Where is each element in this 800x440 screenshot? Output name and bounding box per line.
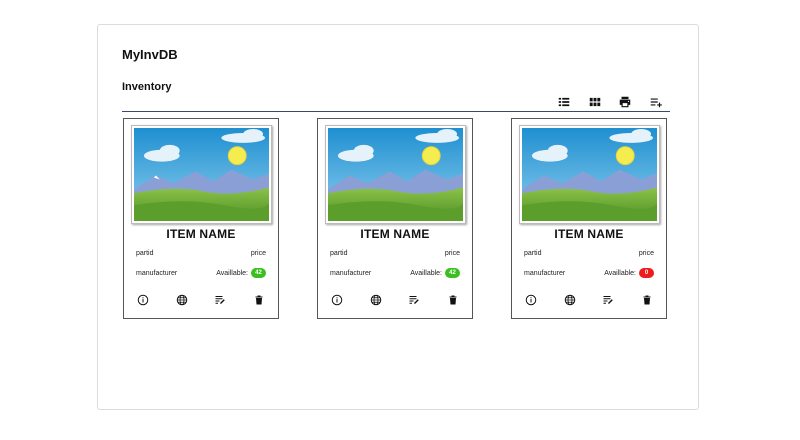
globe-icon	[370, 294, 381, 306]
toolbar	[548, 93, 672, 111]
globe-button[interactable]	[563, 293, 577, 307]
edit-note-icon	[215, 296, 226, 304]
availability-badge: 42	[251, 268, 266, 278]
globe-icon	[564, 294, 575, 306]
info-icon	[525, 294, 537, 306]
availability-label: Availlable:	[604, 269, 636, 277]
header-divider	[122, 111, 670, 112]
availability: Availlable: 0	[604, 268, 654, 278]
info-button[interactable]	[136, 293, 150, 307]
availability: Availlable: 42	[216, 268, 266, 278]
main-panel: MyInvDB Inventory ITEM NAME partid price…	[97, 24, 699, 410]
add-item-button[interactable]	[648, 94, 664, 110]
item-row-ids: partid price	[524, 250, 654, 257]
card-actions	[136, 293, 266, 307]
app-title: MyInvDB	[122, 47, 178, 62]
item-row-meta: manufacturer Availlable: 42	[136, 268, 266, 278]
availability-badge: 42	[445, 268, 460, 278]
delete-button[interactable]	[640, 293, 654, 307]
globe-button[interactable]	[175, 293, 189, 307]
item-partid: partid	[136, 250, 154, 257]
item-card[interactable]: ITEM NAME partid price manufacturer Avai…	[511, 118, 667, 319]
list-view-button[interactable]	[556, 94, 572, 110]
availability-label: Availlable:	[410, 269, 442, 277]
item-card[interactable]: ITEM NAME partid price manufacturer Avai…	[317, 118, 473, 319]
globe-button[interactable]	[369, 293, 383, 307]
availability-badge: 0	[639, 268, 654, 278]
item-row-ids: partid price	[136, 250, 266, 257]
item-manufacturer: manufacturer	[136, 269, 178, 277]
item-manufacturer: manufacturer	[330, 269, 372, 277]
delete-button[interactable]	[252, 293, 266, 307]
item-image	[325, 125, 466, 224]
section-title: Inventory	[122, 81, 172, 93]
add-item-icon	[650, 98, 662, 108]
edit-button[interactable]	[213, 293, 227, 307]
item-partid: partid	[330, 250, 348, 257]
item-manufacturer: manufacturer	[524, 269, 566, 277]
info-button[interactable]	[330, 293, 344, 307]
delete-icon	[449, 295, 457, 305]
card-actions	[330, 293, 460, 307]
print-button[interactable]	[617, 94, 633, 110]
item-row-meta: manufacturer Availlable: 0	[524, 268, 654, 278]
edit-note-icon	[603, 296, 614, 304]
item-name: ITEM NAME	[166, 227, 236, 241]
item-name: ITEM NAME	[554, 227, 624, 241]
item-image	[131, 125, 272, 224]
item-partid: partid	[524, 250, 542, 257]
grid-view-icon	[589, 97, 600, 107]
edit-note-icon	[409, 296, 420, 304]
item-image	[519, 125, 660, 224]
edit-button[interactable]	[407, 293, 421, 307]
availability-label: Availlable:	[216, 269, 248, 277]
delete-icon	[643, 295, 651, 305]
delete-icon	[255, 295, 263, 305]
availability: Availlable: 42	[410, 268, 460, 278]
info-button[interactable]	[524, 293, 538, 307]
print-icon	[620, 96, 631, 108]
card-actions	[524, 293, 654, 307]
item-card[interactable]: ITEM NAME partid price manufacturer Avai…	[123, 118, 279, 319]
item-price: price	[444, 250, 460, 257]
info-icon	[137, 294, 149, 306]
globe-icon	[176, 294, 187, 306]
grid-view-button[interactable]	[587, 94, 603, 110]
edit-button[interactable]	[601, 293, 615, 307]
item-price: price	[250, 250, 266, 257]
item-price: price	[638, 250, 654, 257]
item-name: ITEM NAME	[360, 227, 430, 241]
info-icon	[331, 294, 343, 306]
list-view-icon	[558, 97, 570, 107]
delete-button[interactable]	[446, 293, 460, 307]
item-row-ids: partid price	[330, 250, 460, 257]
item-row-meta: manufacturer Availlable: 42	[330, 268, 460, 278]
